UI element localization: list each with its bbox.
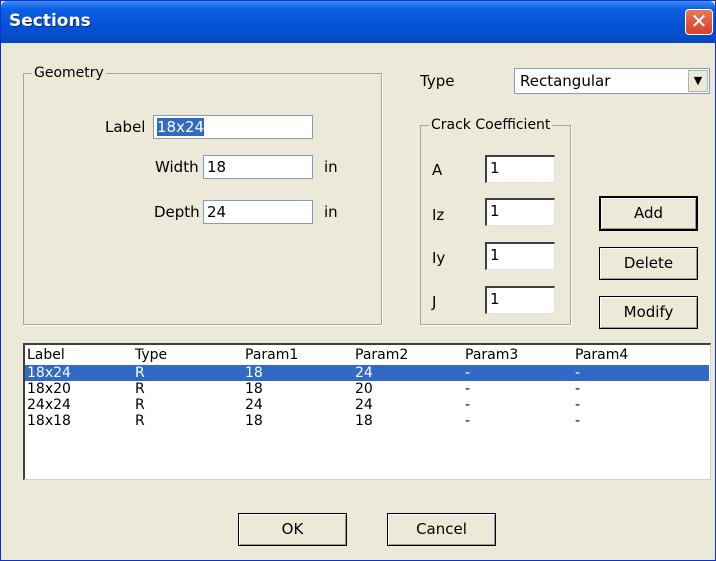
- table-cell: 18x20: [27, 381, 71, 397]
- table-cell: 18: [245, 365, 263, 381]
- table-cell: -: [575, 413, 581, 429]
- label-input[interactable]: 18x24: [153, 115, 313, 139]
- table-cell: 24: [245, 397, 263, 413]
- column-header: Label: [27, 347, 65, 363]
- chevron-down-icon[interactable]: ▼: [688, 70, 708, 92]
- table-row[interactable]: 24x24 R 24 24 - -: [25, 397, 709, 413]
- table-cell: 18: [245, 413, 263, 429]
- table-cell: R: [135, 397, 145, 413]
- table-cell: 20: [355, 381, 373, 397]
- depth-input-value: 24: [207, 203, 227, 221]
- table-row[interactable]: 18x24 R 18 24 - -: [25, 365, 709, 381]
- table-cell: -: [575, 365, 581, 381]
- crack-j-label: J: [432, 293, 437, 311]
- sections-dialog: Sections ✕ Geometry Label 18x24 Width 18…: [0, 0, 716, 561]
- crack-iz-input[interactable]: 1: [485, 198, 555, 226]
- crack-a-label: A: [432, 161, 443, 179]
- table-cell: 24: [355, 397, 373, 413]
- table-row[interactable]: 18x20 R 18 20 - -: [25, 381, 709, 397]
- close-icon[interactable]: ✕: [685, 9, 713, 35]
- column-header: Param1: [245, 347, 299, 363]
- crack-a-value: 1: [490, 159, 500, 177]
- table-cell: R: [135, 413, 145, 429]
- geometry-group: Geometry: [23, 65, 382, 325]
- table-row[interactable]: 18x18 R 18 18 - -: [25, 413, 709, 429]
- column-header: Type: [135, 347, 168, 363]
- column-header: Param4: [575, 347, 629, 363]
- crack-j-value: 1: [490, 290, 500, 308]
- crack-iz-label: Iz: [432, 206, 445, 224]
- width-unit: in: [324, 158, 338, 176]
- column-header: Param2: [355, 347, 409, 363]
- crack-iy-value: 1: [490, 246, 500, 264]
- depth-caption: Depth: [154, 203, 200, 221]
- table-cell: R: [135, 365, 145, 381]
- table-cell: 18x18: [27, 413, 71, 429]
- table-cell: -: [575, 397, 581, 413]
- type-selected-value: Rectangular: [520, 72, 611, 90]
- label-caption: Label: [105, 118, 146, 136]
- depth-input[interactable]: 24: [203, 200, 313, 224]
- table-cell: -: [575, 381, 581, 397]
- type-caption: Type: [420, 72, 455, 90]
- table-cell: R: [135, 381, 145, 397]
- width-input[interactable]: 18: [203, 155, 313, 179]
- table-cell: 18: [355, 413, 373, 429]
- type-select[interactable]: Rectangular ▼: [514, 68, 710, 94]
- crack-coefficient-legend: Crack Coefficient: [429, 117, 553, 133]
- cancel-button[interactable]: Cancel: [387, 513, 496, 546]
- geometry-legend: Geometry: [32, 65, 106, 81]
- table-cell: 24x24: [27, 397, 71, 413]
- sections-list[interactable]: Label Type Param1 Param2 Param3 Param4 1…: [23, 343, 711, 480]
- table-cell: -: [465, 381, 471, 397]
- width-caption: Width: [155, 158, 199, 176]
- table-cell: 24: [355, 365, 373, 381]
- crack-a-input[interactable]: 1: [485, 155, 555, 183]
- crack-iz-value: 1: [490, 202, 500, 220]
- table-cell: -: [465, 413, 471, 429]
- table-cell: 18x24: [27, 365, 71, 381]
- list-header: Label Type Param1 Param2 Param3 Param4: [25, 347, 709, 363]
- modify-button[interactable]: Modify: [599, 296, 698, 329]
- ok-button[interactable]: OK: [238, 513, 347, 546]
- depth-unit: in: [324, 203, 338, 221]
- table-cell: -: [465, 397, 471, 413]
- table-cell: 18: [245, 381, 263, 397]
- delete-button[interactable]: Delete: [599, 247, 698, 280]
- crack-iy-input[interactable]: 1: [485, 242, 555, 270]
- window-title: Sections: [9, 11, 91, 31]
- crack-j-input[interactable]: 1: [485, 286, 555, 314]
- crack-iy-label: Iy: [432, 249, 446, 267]
- label-input-value: 18x24: [157, 118, 205, 136]
- width-input-value: 18: [207, 158, 227, 176]
- title-bar[interactable]: Sections ✕: [1, 1, 715, 43]
- column-header: Param3: [465, 347, 519, 363]
- table-cell: -: [465, 365, 471, 381]
- add-button[interactable]: Add: [599, 196, 698, 231]
